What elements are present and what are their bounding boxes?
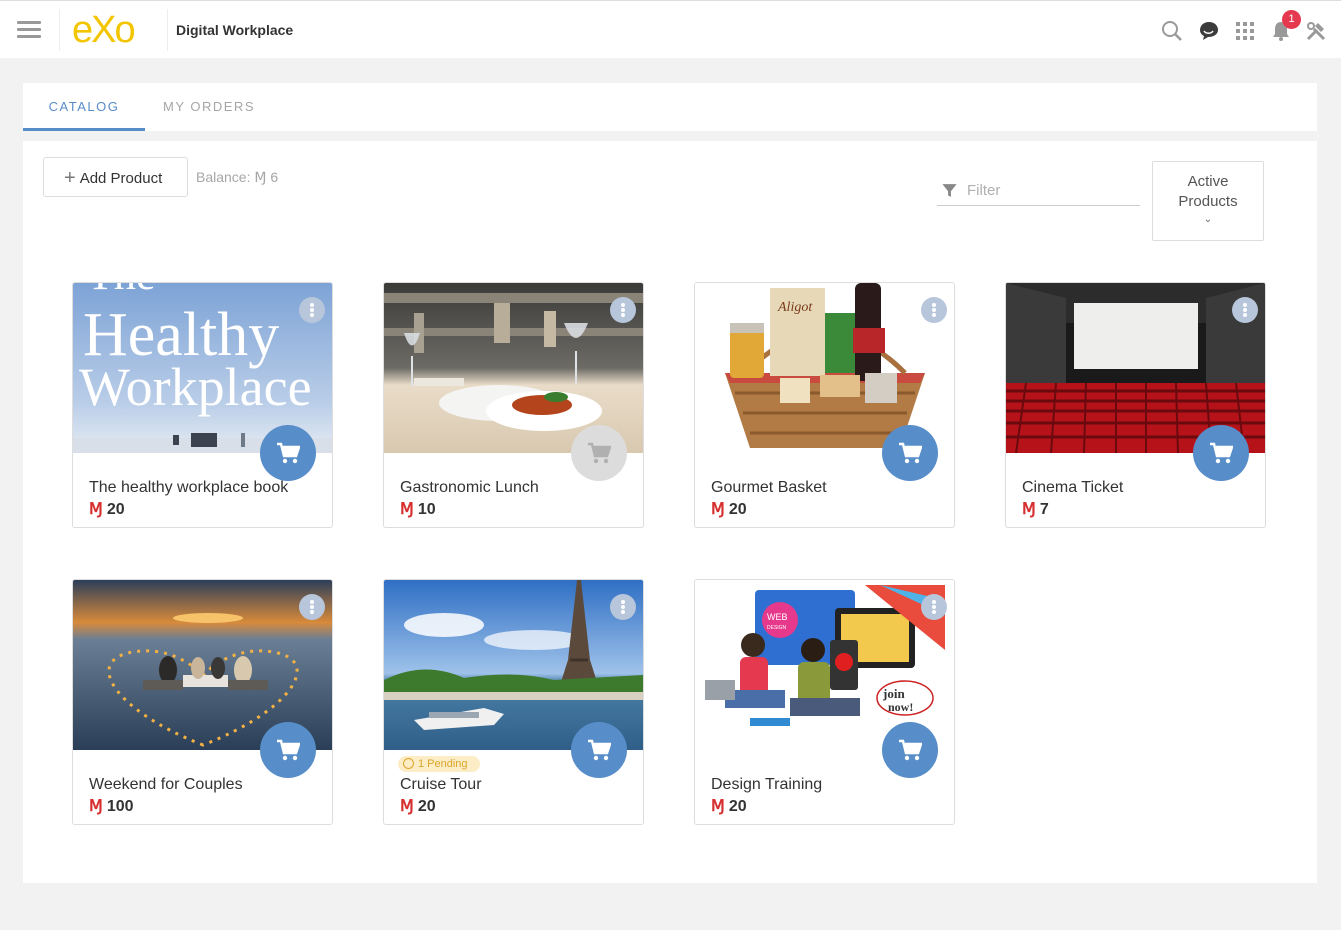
search-icon[interactable] — [1160, 19, 1184, 43]
add-to-cart-button[interactable] — [882, 425, 938, 481]
product-title: Cruise Tour — [400, 776, 482, 793]
apps-icon[interactable] — [1233, 19, 1257, 43]
tab-catalog[interactable]: CATALOG — [23, 83, 145, 131]
add-to-cart-button[interactable] — [571, 425, 627, 481]
product-card[interactable]: 1 Pending Cruise Tour Ɱ 20 — [383, 579, 644, 825]
product-card[interactable]: The Healthy Workplace The healthy workpl… — [72, 282, 333, 528]
site-title: Digital Workplace — [176, 22, 294, 38]
add-to-cart-button[interactable] — [260, 425, 316, 481]
add-to-cart-button[interactable] — [260, 722, 316, 778]
catalog-panel: +Add Product Balance: Ɱ 6 Active Product… — [23, 141, 1317, 883]
product-price: Ɱ7 — [1022, 499, 1049, 519]
price-value: 20 — [106, 501, 125, 518]
svg-text:join: join — [882, 686, 905, 701]
more-options-icon[interactable] — [299, 297, 325, 323]
pending-badge[interactable]: 1 Pending — [398, 756, 480, 772]
cart-icon — [588, 739, 611, 761]
currency-symbol: Ɱ — [1022, 501, 1036, 518]
product-title: Gastronomic Lunch — [400, 479, 539, 496]
currency-symbol: Ɱ — [711, 798, 725, 815]
add-to-cart-button[interactable] — [1193, 425, 1249, 481]
cart-icon — [277, 442, 300, 464]
svg-text:The: The — [87, 283, 155, 299]
more-options-icon[interactable] — [921, 594, 947, 620]
cart-icon — [899, 442, 922, 464]
chevron-down-icon: ⌄ — [1203, 214, 1213, 225]
product-price: Ɱ 100 — [89, 796, 134, 816]
product-title: Gourmet Basket — [711, 479, 827, 496]
plus-icon: + — [64, 167, 76, 189]
cart-icon — [277, 739, 300, 761]
product-card[interactable]: Weekend for Couples Ɱ 100 — [72, 579, 333, 825]
price-value: 20 — [728, 501, 747, 518]
product-price: Ɱ 20 — [89, 499, 125, 519]
product-price: Ɱ 10 — [400, 499, 436, 519]
add-product-button[interactable]: + Add Product — [43, 157, 188, 197]
price-value: 7 — [1039, 501, 1049, 518]
cart-icon — [1210, 442, 1233, 464]
product-title: Weekend for Couples — [89, 776, 243, 793]
add-to-cart-button[interactable] — [882, 722, 938, 778]
notification-badge[interactable]: 1 — [1282, 10, 1301, 29]
logo-text: eXo — [72, 9, 136, 51]
product-status-select[interactable]: Active Products ⌄ — [1152, 161, 1264, 241]
filter-input[interactable] — [965, 181, 1139, 200]
product-price: Ɱ 20 — [711, 796, 747, 816]
status-select-line1: Active — [1187, 173, 1229, 190]
filter-icon — [942, 184, 957, 197]
tools-icon[interactable] — [1304, 19, 1328, 43]
svg-text:Aligot: Aligot — [777, 300, 813, 315]
chat-icon[interactable] — [1197, 19, 1221, 43]
more-options-icon[interactable] — [610, 297, 636, 323]
svg-text:Workplace: Workplace — [79, 357, 312, 417]
cart-icon — [588, 442, 611, 464]
product-card[interactable]: WEB DESIGN join now! Design Training Ɱ 2… — [694, 579, 955, 825]
currency-symbol: Ɱ — [89, 798, 103, 815]
tab-my-orders[interactable]: MY ORDERS — [149, 83, 269, 131]
status-select-line2: Products — [1178, 193, 1238, 210]
currency-symbol: Ɱ — [89, 501, 103, 518]
price-value: 20 — [417, 798, 436, 815]
svg-text:DESIGN: DESIGN — [767, 625, 787, 631]
more-options-icon[interactable] — [1232, 297, 1258, 323]
currency-symbol: Ɱ — [400, 501, 414, 518]
svg-text:now!: now! — [888, 700, 913, 714]
product-price: Ɱ 20 — [400, 796, 436, 816]
add-product-label: Add Product — [79, 170, 163, 187]
more-options-icon[interactable] — [299, 594, 325, 620]
product-price: Ɱ 20 — [711, 499, 747, 519]
price-value: 10 — [417, 501, 436, 518]
add-to-cart-button[interactable] — [571, 722, 627, 778]
price-value: 100 — [106, 798, 134, 815]
product-title: The healthy workplace book — [89, 479, 289, 496]
balance-label: Balance: Ɱ 6 — [196, 169, 279, 185]
currency-symbol: Ɱ — [400, 798, 414, 815]
product-title: Cinema Ticket — [1022, 479, 1124, 496]
product-title: Design Training — [711, 776, 823, 793]
more-options-icon[interactable] — [610, 594, 636, 620]
product-card[interactable]: Cinema Ticket Ɱ7 — [1005, 282, 1266, 528]
cart-icon — [899, 739, 922, 761]
product-card[interactable]: Aligot Gourmet Basket Ɱ 20 — [694, 282, 955, 528]
currency-symbol: Ɱ — [711, 501, 725, 518]
menu-icon[interactable] — [17, 21, 41, 39]
tab-bar: CATALOG MY ORDERS — [23, 83, 1317, 131]
svg-text:WEB: WEB — [767, 612, 788, 622]
logo[interactable]: eXo — [59, 9, 168, 51]
product-card[interactable]: Gastronomic Lunch Ɱ 10 — [383, 282, 644, 528]
top-bar: eXo Digital Workplace 1 — [0, 0, 1341, 58]
price-value: 20 — [728, 798, 747, 815]
more-options-icon[interactable] — [921, 297, 947, 323]
filter-field[interactable] — [937, 177, 1140, 206]
